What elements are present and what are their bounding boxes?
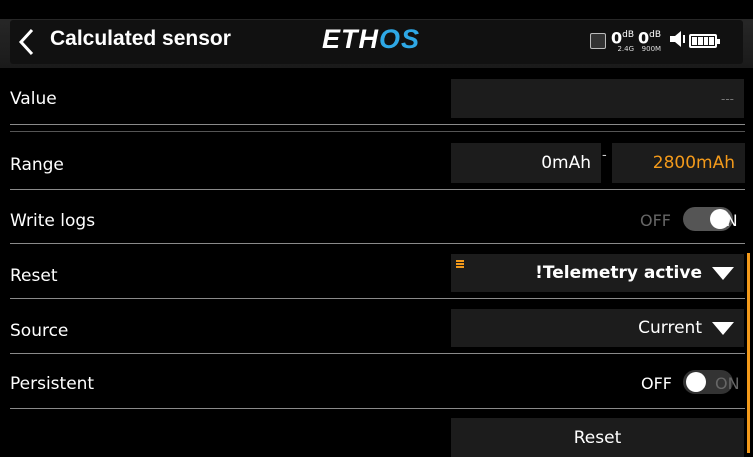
rssi-900m: 0dB 900M (638, 28, 662, 54)
persistent-on: ON (715, 374, 740, 393)
divider (10, 243, 745, 244)
range-label: Range (10, 155, 64, 175)
persistent-off: OFF (641, 374, 672, 393)
value-label: Value (10, 89, 57, 109)
sim-icon (590, 33, 606, 49)
reset-button[interactable]: Reset (451, 418, 744, 457)
status-area: 0dB 2.4G 0dB 900M (590, 29, 745, 53)
battery-icon (689, 34, 721, 48)
write-logs-off: OFF (640, 211, 671, 230)
toggle-knob (686, 372, 706, 392)
divider (10, 124, 745, 125)
divider (10, 189, 745, 190)
source-label: Source (10, 321, 69, 341)
range-separator: - (602, 148, 607, 163)
scrollbar[interactable] (747, 253, 750, 453)
divider (10, 408, 745, 409)
persistent-label: Persistent (10, 374, 95, 394)
back-icon[interactable] (14, 26, 40, 58)
speaker-icon (668, 30, 686, 52)
divider (10, 131, 745, 132)
write-logs-label: Write logs (10, 211, 96, 231)
dropdown-arrow-icon (712, 266, 734, 280)
range-min-field[interactable]: 0mAh (451, 143, 601, 183)
dropdown-arrow-icon (712, 321, 734, 335)
menu-icon[interactable] (456, 260, 464, 268)
reset-label: Reset (10, 266, 58, 286)
write-logs-on: ON (713, 211, 738, 230)
divider (10, 353, 745, 354)
top-strip (0, 0, 753, 19)
divider (10, 298, 745, 299)
reset-dropdown[interactable]: !Telemetry active (451, 254, 744, 292)
ethos-logo: ETHOS (322, 24, 421, 54)
page-title: Calculated sensor (50, 27, 231, 50)
rssi-24g: 0dB 2.4G (611, 28, 635, 54)
source-dropdown[interactable]: Current (451, 309, 744, 347)
range-max-field[interactable]: 2800mAh (612, 143, 745, 183)
value-display: --- (451, 79, 744, 118)
